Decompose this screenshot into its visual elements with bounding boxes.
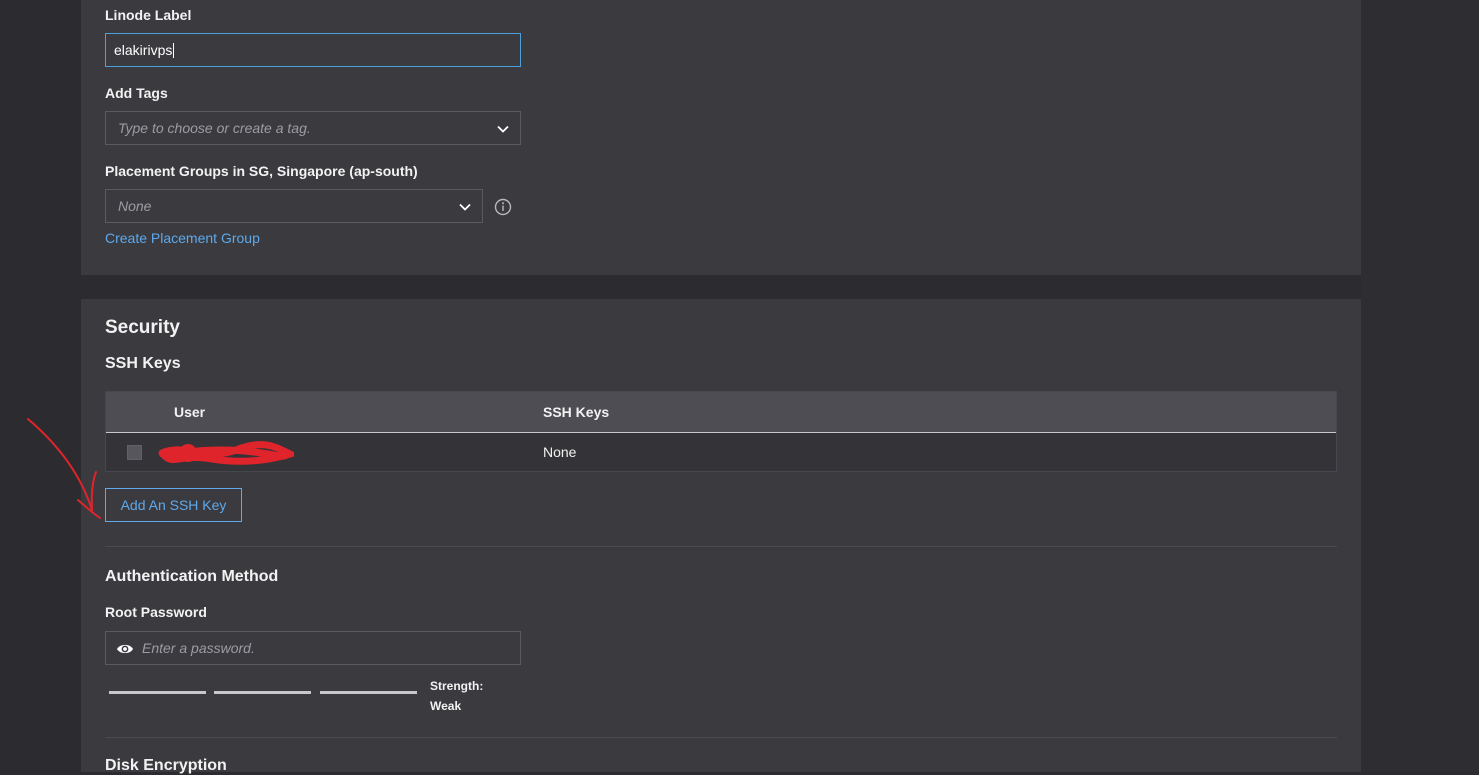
table-row: None xyxy=(106,433,1336,471)
root-password-input[interactable]: Enter a password. xyxy=(105,631,521,665)
strength-bar-3 xyxy=(320,691,417,694)
linode-label-value: elakirivps xyxy=(114,42,173,58)
security-card: Security SSH Keys User SSH Keys None Add… xyxy=(81,299,1361,774)
security-heading: Security xyxy=(105,317,180,338)
placement-groups-label: Placement Groups in SG, Singapore (ap-so… xyxy=(105,163,418,179)
redacted-username-scribble xyxy=(158,441,294,465)
info-icon[interactable] xyxy=(494,198,512,216)
ssh-keys-value: None xyxy=(543,444,577,460)
linode-details-card: Linode Label elakirivps Add Tags Type to… xyxy=(81,0,1361,275)
authentication-method-heading: Authentication Method xyxy=(105,568,279,585)
root-password-placeholder: Enter a password. xyxy=(142,640,255,656)
disk-encryption-heading: Disk Encryption xyxy=(105,757,227,774)
add-ssh-key-button[interactable]: Add An SSH Key xyxy=(105,488,242,522)
column-header-user: User xyxy=(174,404,206,420)
add-tags-select[interactable]: Type to choose or create a tag. xyxy=(105,111,521,145)
strength-label: Strength: xyxy=(430,679,484,693)
chevron-down-icon[interactable] xyxy=(458,200,472,214)
password-strength-indicator: Strength: Weak xyxy=(430,676,483,716)
column-header-ssh-keys: SSH Keys xyxy=(543,404,610,420)
root-password-label: Root Password xyxy=(105,604,207,620)
create-placement-group-link[interactable]: Create Placement Group xyxy=(105,230,260,246)
placement-groups-select[interactable]: None xyxy=(105,189,483,223)
chevron-down-icon[interactable] xyxy=(496,122,510,136)
strength-bar-2 xyxy=(214,691,311,694)
section-divider xyxy=(105,737,1337,738)
right-sidebar-panel xyxy=(1361,0,1479,772)
linode-label-input[interactable]: elakirivps xyxy=(105,33,521,67)
user-select-checkbox[interactable] xyxy=(127,445,142,460)
strength-bar-1 xyxy=(109,691,206,694)
linode-label-label: Linode Label xyxy=(105,7,192,23)
ssh-keys-table: User SSH Keys None xyxy=(105,391,1337,472)
add-tags-placeholder: Type to choose or create a tag. xyxy=(118,120,311,136)
table-header: User SSH Keys xyxy=(106,392,1336,433)
add-tags-label: Add Tags xyxy=(105,85,168,101)
ssh-keys-heading: SSH Keys xyxy=(105,355,181,372)
section-divider xyxy=(105,546,1337,547)
strength-value: Weak xyxy=(430,699,462,713)
placement-groups-placeholder: None xyxy=(118,198,152,214)
eye-icon[interactable] xyxy=(116,642,134,656)
text-caret xyxy=(173,43,175,58)
